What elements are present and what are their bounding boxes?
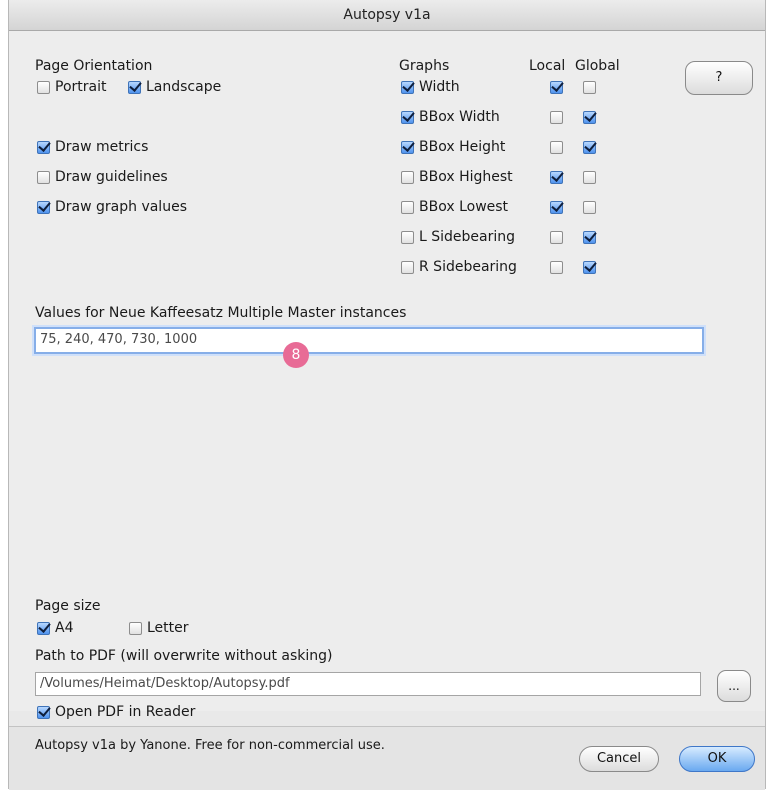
graph-bbox-height-local-checkbox[interactable]	[550, 141, 563, 154]
graph-bbox-lowest-label[interactable]: BBox Lowest	[419, 199, 508, 215]
values-label: Values for Neue Kaffeesatz Multiple Mast…	[35, 305, 407, 321]
a4-label[interactable]: A4	[55, 620, 73, 636]
graph-bbox-highest-global-checkbox[interactable]	[583, 171, 596, 184]
draw-metrics-checkbox[interactable]	[37, 141, 50, 154]
graph-bbox-height-label[interactable]: BBox Height	[419, 139, 505, 155]
draw-graph-values-label[interactable]: Draw graph values	[55, 199, 187, 215]
values-input[interactable]: 75, 240, 470, 730, 1000	[34, 327, 704, 354]
graph-bbox-lowest-checkbox[interactable]	[401, 201, 414, 214]
graph-bbox-highest-label[interactable]: BBox Highest	[419, 169, 513, 185]
graph-bbox-height-checkbox[interactable]	[401, 141, 414, 154]
step-badge: 8	[283, 342, 309, 368]
local-column-heading: Local	[529, 58, 566, 74]
graph-l-sidebearing-global-checkbox[interactable]	[583, 231, 596, 244]
open-pdf-label[interactable]: Open PDF in Reader	[55, 704, 195, 720]
cancel-button[interactable]: Cancel	[579, 746, 659, 772]
ok-button[interactable]: OK	[679, 746, 755, 772]
graph-l-sidebearing-label[interactable]: L Sidebearing	[419, 229, 515, 245]
graph-bbox-lowest-global-checkbox[interactable]	[583, 201, 596, 214]
browse-button[interactable]: ...	[717, 670, 751, 702]
pdf-path-input[interactable]: /Volumes/Heimat/Desktop/Autopsy.pdf	[35, 672, 701, 696]
graph-bbox-width-label[interactable]: BBox Width	[419, 109, 500, 125]
draw-metrics-label[interactable]: Draw metrics	[55, 139, 148, 155]
dialog-window: Autopsy v1a Page Orientation Portrait La…	[8, 0, 766, 790]
global-column-heading: Global	[575, 58, 620, 74]
pdf-path-label: Path to PDF (will overwrite without aski…	[35, 648, 333, 664]
letter-checkbox[interactable]	[129, 622, 142, 635]
graph-width-label[interactable]: Width	[419, 79, 460, 95]
portrait-checkbox[interactable]	[37, 81, 50, 94]
graph-bbox-lowest-local-checkbox[interactable]	[550, 201, 563, 214]
a4-checkbox[interactable]	[37, 622, 50, 635]
graphs-heading: Graphs	[399, 58, 450, 74]
dialog-content	[9, 31, 765, 711]
page-orientation-heading: Page Orientation	[35, 58, 153, 74]
credit-text: Autopsy v1a by Yanone. Free for non-comm…	[35, 738, 385, 753]
graph-width-checkbox[interactable]	[401, 81, 414, 94]
window-titlebar[interactable]: Autopsy v1a	[9, 0, 765, 31]
draw-guidelines-label[interactable]: Draw guidelines	[55, 169, 168, 185]
graph-l-sidebearing-checkbox[interactable]	[401, 231, 414, 244]
graph-r-sidebearing-checkbox[interactable]	[401, 261, 414, 274]
graph-bbox-highest-checkbox[interactable]	[401, 171, 414, 184]
graph-bbox-width-global-checkbox[interactable]	[583, 111, 596, 124]
landscape-label[interactable]: Landscape	[146, 79, 221, 95]
graph-r-sidebearing-label[interactable]: R Sidebearing	[419, 259, 517, 275]
graph-width-local-checkbox[interactable]	[550, 81, 563, 94]
window-title: Autopsy v1a	[343, 7, 431, 23]
graph-r-sidebearing-global-checkbox[interactable]	[583, 261, 596, 274]
letter-label[interactable]: Letter	[147, 620, 189, 636]
help-button[interactable]: ?	[685, 61, 753, 95]
draw-guidelines-checkbox[interactable]	[37, 171, 50, 184]
graph-bbox-highest-local-checkbox[interactable]	[550, 171, 563, 184]
landscape-checkbox[interactable]	[128, 81, 141, 94]
graph-l-sidebearing-local-checkbox[interactable]	[550, 231, 563, 244]
draw-graph-values-checkbox[interactable]	[37, 201, 50, 214]
graph-bbox-height-global-checkbox[interactable]	[583, 141, 596, 154]
graph-bbox-width-checkbox[interactable]	[401, 111, 414, 124]
graph-width-global-checkbox[interactable]	[583, 81, 596, 94]
graph-bbox-width-local-checkbox[interactable]	[550, 111, 563, 124]
open-pdf-checkbox[interactable]	[37, 706, 50, 719]
page-size-heading: Page size	[35, 598, 101, 614]
portrait-label[interactable]: Portrait	[55, 79, 106, 95]
graph-r-sidebearing-local-checkbox[interactable]	[550, 261, 563, 274]
